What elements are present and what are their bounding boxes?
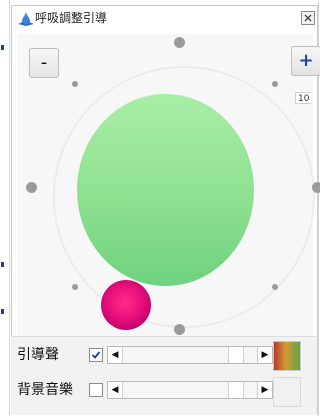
- ring-marker-bottom-right: [272, 284, 278, 290]
- scroll-right-icon[interactable]: ▶: [257, 382, 272, 398]
- scroll-left-icon[interactable]: ◀: [108, 347, 123, 363]
- edge-marker: [1, 262, 4, 267]
- guide-voice-volume-slider[interactable]: ◀ ▶: [107, 346, 273, 364]
- ring-marker-top: [174, 37, 185, 48]
- edge-marker: [1, 45, 4, 50]
- scroll-right-icon[interactable]: ▶: [257, 347, 272, 363]
- guide-voice-color-swatch[interactable]: [273, 341, 301, 371]
- increase-button[interactable]: +: [291, 46, 320, 76]
- title-bar[interactable]: 呼吸調整引導: [12, 6, 317, 31]
- background-music-color-swatch[interactable]: [273, 377, 301, 407]
- slider-thumb[interactable]: [228, 347, 244, 363]
- close-button[interactable]: [301, 11, 315, 25]
- guide-voice-checkbox[interactable]: [89, 348, 103, 362]
- teardrop-icon: [17, 11, 35, 27]
- breathing-canvas: - +: [17, 34, 320, 336]
- value-tooltip: 10: [295, 92, 311, 104]
- left-border-line: [9, 0, 10, 416]
- decrease-button[interactable]: -: [29, 48, 59, 78]
- ring-marker-bottom: [174, 324, 185, 335]
- scroll-left-icon[interactable]: ◀: [108, 382, 123, 398]
- settings-panel: 引導聲 ◀ ▶ 背景音樂 ◀ ▶: [11, 336, 317, 415]
- ring-marker-left: [26, 182, 37, 193]
- check-icon: [91, 351, 101, 359]
- ring-marker-bottom-left: [72, 284, 78, 290]
- ring-marker-top-right: [272, 81, 278, 87]
- guide-voice-label: 引導聲: [17, 347, 59, 363]
- window-title: 呼吸調整引導: [35, 11, 108, 25]
- ring-marker-right: [312, 182, 320, 193]
- background-music-checkbox[interactable]: [89, 383, 103, 397]
- breath-circle: [77, 94, 254, 286]
- breath-pacer-ball: [101, 280, 151, 330]
- background-music-label: 背景音樂: [17, 382, 73, 398]
- slider-thumb[interactable]: [228, 382, 244, 398]
- close-icon: [304, 14, 312, 22]
- edge-marker: [1, 309, 4, 314]
- ring-marker-top-left: [72, 81, 78, 87]
- background-music-volume-slider[interactable]: ◀ ▶: [107, 381, 273, 399]
